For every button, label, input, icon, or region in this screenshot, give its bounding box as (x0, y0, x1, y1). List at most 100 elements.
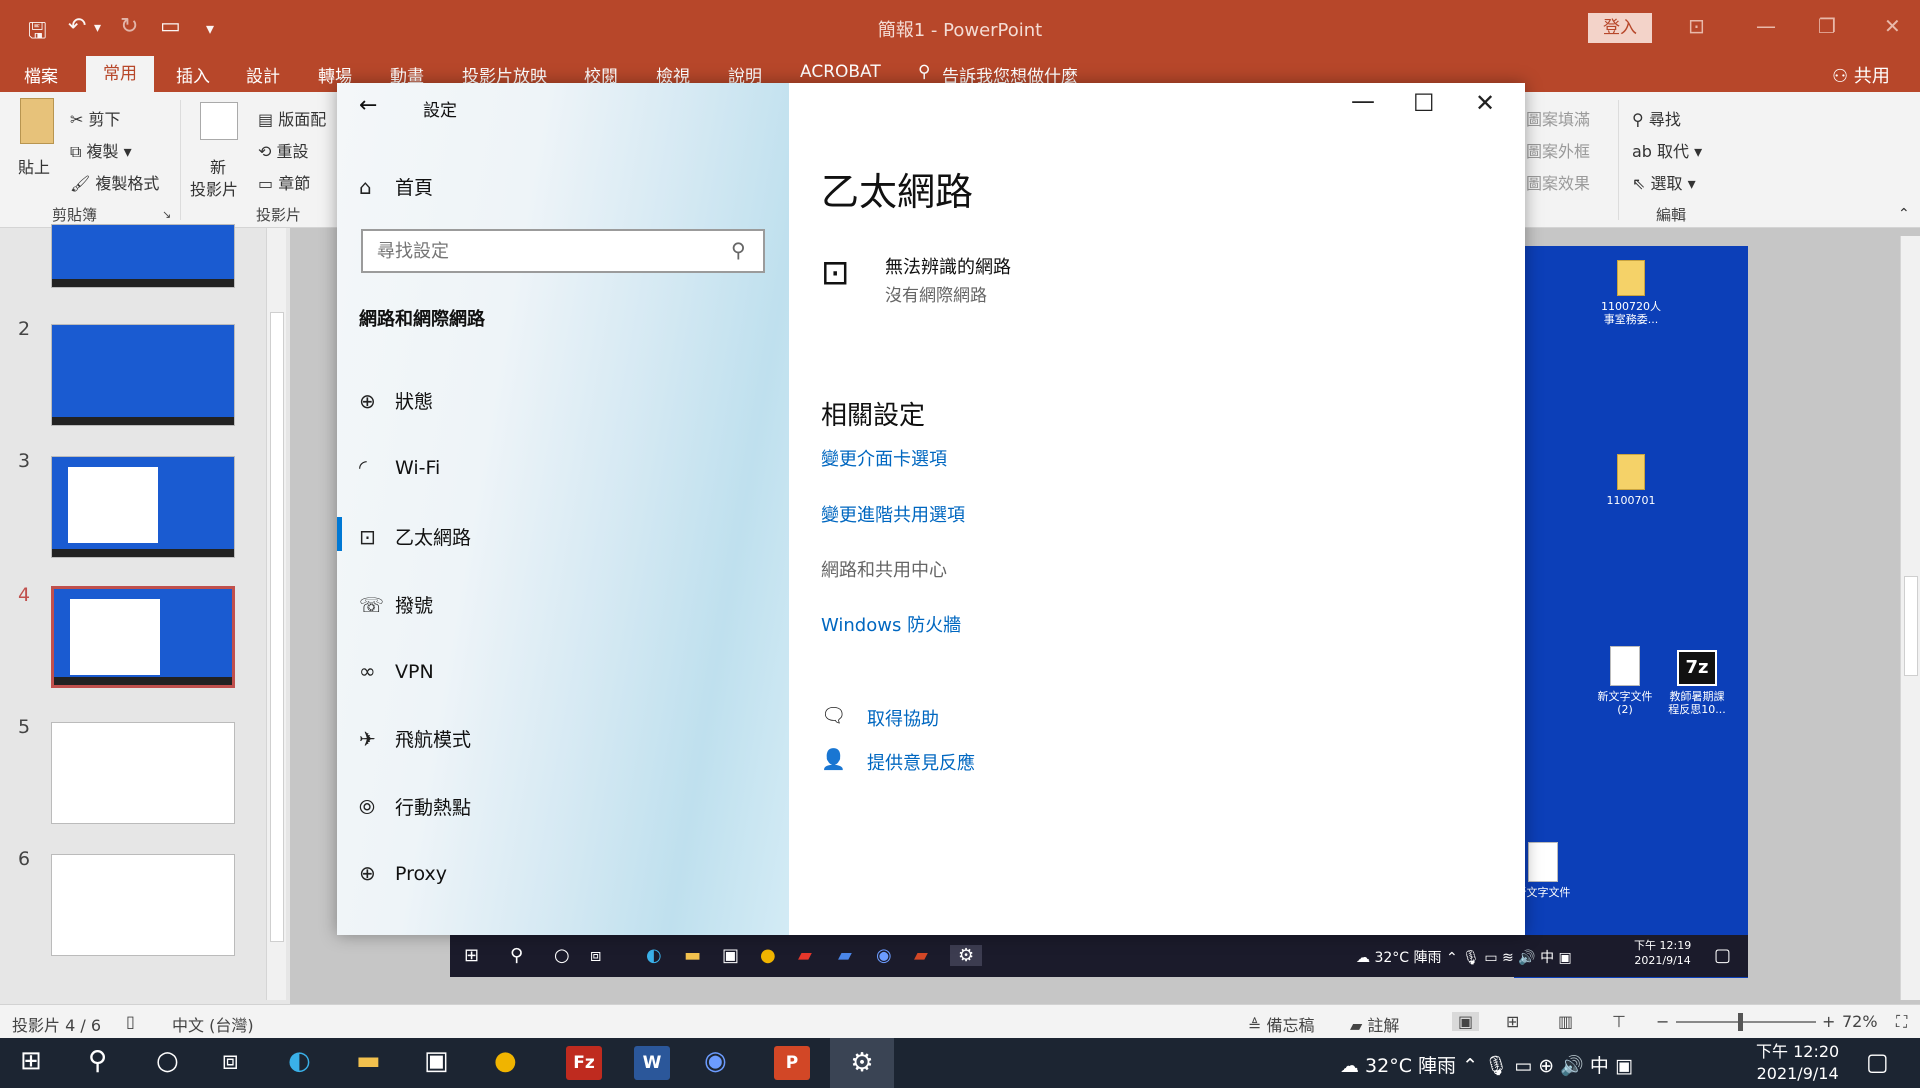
inner-date: 2021/9/14 (1634, 954, 1691, 967)
slide-thumbnail-2[interactable] (51, 324, 235, 426)
slide-thumbnail-5[interactable] (51, 722, 235, 824)
copy-button[interactable]: ⧉ 複製 ▾ (70, 138, 132, 162)
nav-label: 狀態 (395, 391, 434, 413)
zoom-slider[interactable] (1676, 1013, 1816, 1031)
select-button[interactable]: ⇖ 選取 ▾ (1632, 170, 1696, 194)
settings-search-input[interactable] (361, 229, 765, 273)
notification-center-icon[interactable]: ▢ (1866, 1048, 1889, 1076)
tab-design[interactable]: 設計 (246, 62, 280, 87)
tell-me-icon[interactable]: ⚲ (918, 62, 930, 82)
layout-button[interactable]: ▤ 版面配 (258, 106, 326, 130)
settings-gear-icon[interactable]: ⚙ (830, 1038, 894, 1088)
section-button[interactable]: ▭ 章節 (258, 170, 310, 194)
cut-button[interactable]: ✂ 剪下 (70, 106, 121, 130)
paste-button[interactable]: 貼上 (18, 154, 50, 178)
editor-scrollbar[interactable] (1900, 236, 1920, 1000)
close-icon[interactable]: ✕ (1475, 89, 1495, 117)
search-icon[interactable]: ⚲ (88, 1046, 107, 1076)
link-feedback[interactable]: 提供意見反應 (867, 749, 975, 775)
comments-button[interactable]: ▰ 註解 (1350, 1012, 1399, 1036)
link-network-center[interactable]: 網路和共用中心 (821, 556, 947, 582)
nav-home[interactable]: ⌂ 首頁 (359, 173, 433, 200)
tab-acrobat[interactable]: ACROBAT (800, 62, 881, 82)
store-icon[interactable]: ▣ (424, 1046, 449, 1076)
normal-view-icon[interactable]: ▣ (1452, 1012, 1480, 1031)
clock[interactable]: 下午 12:20 2021/9/14 (1756, 1041, 1839, 1085)
close-icon[interactable]: ✕ (1884, 14, 1901, 38)
nav-proxy[interactable]: ⊕ Proxy (359, 861, 447, 885)
tab-file[interactable]: 檔案 (24, 62, 58, 87)
reset-button[interactable]: ⟲ 重設 (258, 138, 309, 162)
file-explorer-icon[interactable]: ▬ (356, 1046, 381, 1076)
tab-home[interactable]: 常用 (86, 56, 154, 92)
replace-button[interactable]: ab 取代 ▾ (1632, 138, 1702, 162)
chrome-icon[interactable]: ● (494, 1046, 517, 1076)
clipboard-launcher-icon[interactable]: ↘ (162, 208, 171, 221)
new-slide-label[interactable]: 新 (210, 154, 226, 178)
nav-hotspot[interactable]: ⦾ 行動熱點 (359, 793, 471, 820)
scrollbar-thumb[interactable] (270, 312, 284, 942)
shape-outline-button[interactable]: 圖案外框 (1526, 138, 1590, 162)
ethernet-monitor-icon[interactable]: ⊡ (821, 253, 850, 293)
cortana-icon[interactable]: ○ (156, 1046, 179, 1076)
reading-view-icon[interactable]: ▥ (1558, 1012, 1573, 1031)
new-slide-icon[interactable] (200, 102, 238, 140)
thumbnail-scrollbar[interactable] (266, 228, 286, 1000)
ribbon-display-icon[interactable]: ⊡ (1688, 14, 1705, 38)
link-adapter-options[interactable]: 變更介面卡選項 (821, 445, 947, 471)
nav-ethernet[interactable]: ⊡ 乙太網路 (359, 523, 471, 550)
link-get-help[interactable]: 取得協助 (867, 705, 939, 731)
zoom-level[interactable]: 72% (1842, 1012, 1878, 1031)
nav-dialup[interactable]: ☏ 撥號 (359, 591, 433, 618)
new-slide-button[interactable]: 投影片 (190, 176, 238, 200)
collapse-ribbon-icon[interactable]: ⌃ (1898, 206, 1910, 222)
scrollbar-thumb[interactable] (1904, 576, 1918, 676)
share-button[interactable]: ⚇ 共用 (1832, 62, 1890, 88)
edge-icon[interactable]: ◐ (288, 1046, 311, 1076)
system-tray[interactable]: ☁ 32°C 陣雨 ⌃ 🎙 ▭ ⊕ 🔊 中 ▣ (1340, 1051, 1633, 1078)
word-icon[interactable]: W (634, 1046, 670, 1080)
slide-thumbnail-6[interactable] (51, 854, 235, 956)
windows-start-icon[interactable]: ⊞ (20, 1046, 42, 1076)
zoom-out-icon[interactable]: − (1656, 1012, 1669, 1031)
shape-effects-button[interactable]: 圖案效果 (1526, 170, 1590, 194)
tab-insert[interactable]: 插入 (176, 62, 210, 87)
nav-wifi[interactable]: ◜ Wi-Fi (359, 455, 440, 479)
format-painter-button[interactable]: 🖌 複製格式 (70, 170, 159, 194)
replace-icon: ab (1632, 142, 1658, 161)
zoom-in-icon[interactable]: + (1822, 1012, 1835, 1031)
slideshow-view-icon[interactable]: ⊤ (1612, 1012, 1626, 1031)
accessibility-icon[interactable]: ▯ (126, 1012, 135, 1031)
paste-icon[interactable] (20, 98, 54, 144)
nav-vpn[interactable]: ∞ VPN (359, 659, 434, 683)
fit-to-window-icon[interactable]: ⛶ (1896, 1012, 1907, 1032)
nav-section-title: 網路和網際網路 (359, 309, 485, 330)
slide-sorter-icon[interactable]: ⊞ (1506, 1012, 1519, 1031)
back-arrow-icon[interactable]: ← (359, 93, 377, 118)
restore-icon[interactable]: ❐ (1818, 14, 1836, 38)
filezilla-icon[interactable]: Fz (566, 1046, 602, 1080)
link-windows-firewall[interactable]: Windows 防火牆 (821, 611, 961, 637)
network-name[interactable]: 無法辨識的網路 (885, 253, 1011, 279)
language-status[interactable]: 中文 (台灣) (172, 1012, 254, 1036)
maximize-icon[interactable]: ☐ (1413, 89, 1435, 117)
link-advanced-sharing[interactable]: 變更進階共用選項 (821, 501, 965, 527)
slide-desktop-image[interactable]: 1100720人事室務委... 1100701 新文字文件 (2) 7z 教師暑期… (1514, 246, 1748, 978)
nav-status[interactable]: ⊕ 狀態 (359, 387, 433, 414)
task-view-icon[interactable]: ⧈ (222, 1046, 239, 1077)
nav-label: 飛航模式 (395, 729, 472, 751)
slide-thumbnail-4[interactable] (51, 586, 235, 688)
slide-thumbnail-3[interactable] (51, 456, 235, 558)
minimize-icon[interactable]: — (1351, 87, 1375, 115)
webex-icon[interactable]: ◉ (704, 1046, 727, 1076)
slide-thumbnail-1[interactable] (51, 224, 235, 288)
find-button[interactable]: ⚲ 尋找 (1632, 106, 1681, 130)
login-button[interactable]: 登入 (1588, 13, 1652, 43)
powerpoint-icon[interactable]: P (774, 1046, 810, 1080)
nav-airplane[interactable]: ✈ 飛航模式 (359, 725, 471, 752)
notes-button[interactable]: ≜ 備忘稿 (1248, 1012, 1315, 1036)
minimize-icon[interactable]: — (1756, 14, 1776, 38)
zoom-slider-thumb[interactable] (1737, 1013, 1743, 1031)
shape-fill-button[interactable]: 圖案填滿 (1526, 106, 1590, 130)
page-title: 乙太網路 (821, 170, 974, 214)
